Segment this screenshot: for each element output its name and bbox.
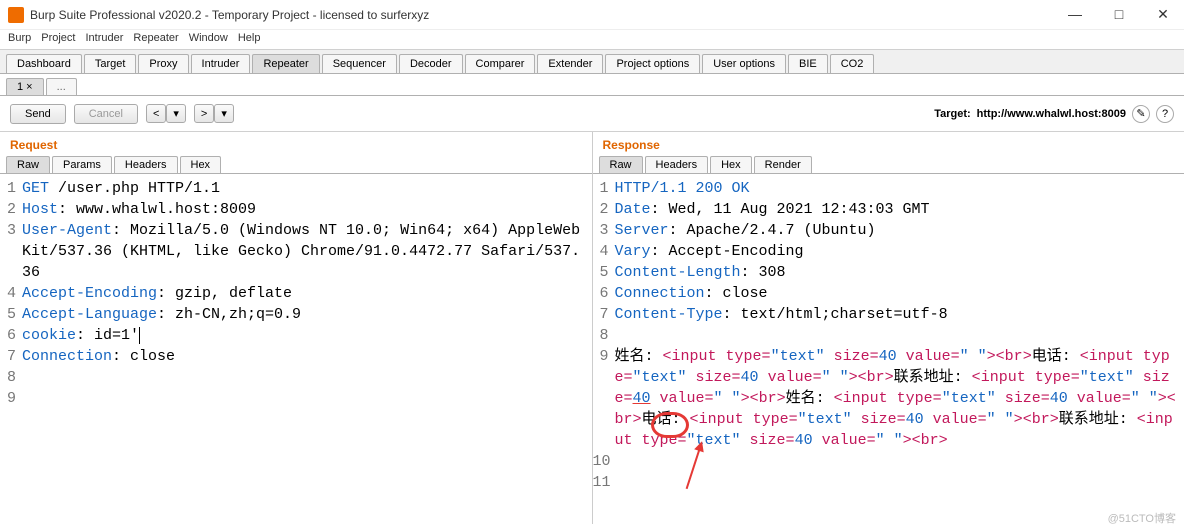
line-number: 2 (0, 199, 22, 220)
menu-intruder[interactable]: Intruder (86, 32, 124, 47)
history-prev-dropdown[interactable]: ▾ (166, 104, 186, 123)
line-number: 8 (593, 325, 615, 346)
response-tab-raw[interactable]: Raw (599, 156, 643, 173)
response-tab-headers[interactable]: Headers (645, 156, 709, 173)
line-number: 5 (593, 262, 615, 283)
line-number: 7 (593, 304, 615, 325)
request-tab-params[interactable]: Params (52, 156, 112, 173)
target-label: Target: (934, 108, 970, 120)
history-next-dropdown[interactable]: ▾ (214, 104, 234, 123)
cancel-button[interactable]: Cancel (74, 104, 138, 124)
tab-intruder[interactable]: Intruder (191, 54, 251, 73)
title-bar: Burp Suite Professional v2020.2 - Tempor… (0, 0, 1184, 30)
menu-bar: Burp Project Intruder Repeater Window He… (0, 30, 1184, 50)
request-view-tabs: Raw Params Headers Hex (0, 156, 592, 174)
line-number: 7 (0, 346, 22, 367)
menu-burp[interactable]: Burp (8, 32, 31, 47)
tab-co2[interactable]: CO2 (830, 54, 875, 73)
editor-panes: Request Raw Params Headers Hex 1GET /use… (0, 132, 1184, 524)
request-editor[interactable]: 1GET /user.php HTTP/1.1 2Host: www.whalw… (0, 174, 592, 524)
main-tab-bar: Dashboard Target Proxy Intruder Repeater… (0, 50, 1184, 74)
line-number: 10 (593, 451, 615, 472)
request-tab-headers[interactable]: Headers (114, 156, 178, 173)
tab-proxy[interactable]: Proxy (138, 54, 188, 73)
tab-repeater[interactable]: Repeater (252, 54, 319, 73)
menu-window[interactable]: Window (189, 32, 228, 47)
line-number: 3 (0, 220, 22, 283)
request-tab-raw[interactable]: Raw (6, 156, 50, 173)
app-icon (8, 7, 24, 23)
line-number: 11 (593, 472, 615, 493)
repeater-tab-new[interactable]: ... (46, 78, 77, 95)
repeater-tab-1[interactable]: 1 × (6, 78, 44, 95)
line-number: 5 (0, 304, 22, 325)
window-maximize-button[interactable]: □ (1106, 6, 1132, 23)
repeater-toolbar: Send Cancel < ▾ > ▾ Target: http://www.w… (0, 96, 1184, 132)
line-number: 3 (593, 220, 615, 241)
menu-repeater[interactable]: Repeater (133, 32, 178, 47)
target-value: http://www.whalwl.host:8009 (977, 108, 1126, 120)
line-number: 4 (593, 241, 615, 262)
response-body-html: 姓名: <input type="text" size=40 value=" "… (615, 346, 1184, 451)
tab-dashboard[interactable]: Dashboard (6, 54, 82, 73)
line-number: 6 (593, 283, 615, 304)
tab-bie[interactable]: BIE (788, 54, 828, 73)
request-tab-hex[interactable]: Hex (180, 156, 222, 173)
request-title: Request (0, 132, 592, 156)
send-button[interactable]: Send (10, 104, 66, 124)
history-next-button[interactable]: > (194, 104, 214, 123)
response-title: Response (593, 132, 1184, 156)
line-number: 8 (0, 367, 22, 388)
response-editor[interactable]: 1HTTP/1.1 200 OK 2Date: Wed, 11 Aug 2021… (593, 174, 1184, 524)
annotation-circle (651, 412, 689, 438)
window-title: Burp Suite Professional v2020.2 - Tempor… (30, 8, 1062, 22)
watermark: @51CTO博客 (1108, 510, 1176, 526)
line-number: 6 (0, 325, 22, 346)
repeater-sub-tab-bar: 1 × ... (0, 74, 1184, 96)
line-number: 4 (0, 283, 22, 304)
line-number: 9 (0, 388, 22, 409)
response-view-tabs: Raw Headers Hex Render (593, 156, 1184, 174)
tab-user-options[interactable]: User options (702, 54, 786, 73)
tab-extender[interactable]: Extender (537, 54, 603, 73)
line-number: 2 (593, 199, 615, 220)
help-icon[interactable]: ? (1156, 105, 1174, 123)
history-prev-button[interactable]: < (146, 104, 166, 123)
edit-target-icon[interactable]: ✎ (1132, 105, 1150, 123)
response-pane: Response Raw Headers Hex Render 1HTTP/1.… (593, 132, 1184, 524)
line-number: 9 (593, 346, 615, 451)
request-pane: Request Raw Params Headers Hex 1GET /use… (0, 132, 593, 524)
line-number: 1 (0, 178, 22, 199)
tab-decoder[interactable]: Decoder (399, 54, 463, 73)
line-number: 1 (593, 178, 615, 199)
window-minimize-button[interactable]: — (1062, 6, 1088, 23)
tab-project-options[interactable]: Project options (605, 54, 700, 73)
tab-sequencer[interactable]: Sequencer (322, 54, 397, 73)
window-close-button[interactable]: ✕ (1150, 6, 1176, 23)
menu-help[interactable]: Help (238, 32, 261, 47)
tab-target[interactable]: Target (84, 54, 137, 73)
menu-project[interactable]: Project (41, 32, 75, 47)
tab-comparer[interactable]: Comparer (465, 54, 536, 73)
response-tab-hex[interactable]: Hex (710, 156, 752, 173)
response-tab-render[interactable]: Render (754, 156, 812, 173)
